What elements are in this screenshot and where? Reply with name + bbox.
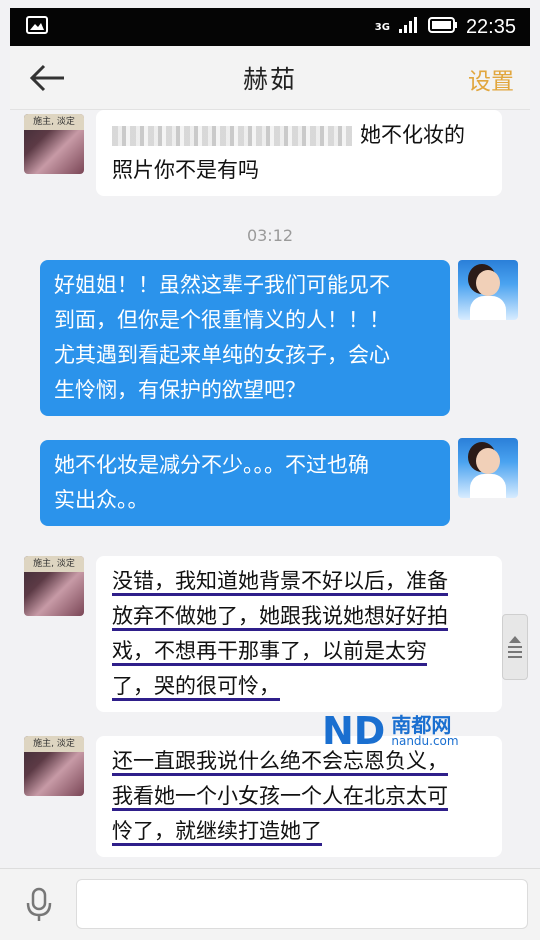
avatar-caption: 施主, 淡定 xyxy=(24,114,84,130)
message-bubble[interactable]: 没错，我知道她背景不好以后，准备 放弃不做她了，她跟我说她想好好拍 戏，不想再干… xyxy=(96,556,502,712)
message-line: 到面，但你是个很重情义的人！！！ xyxy=(54,308,390,332)
underlined-text: 放弃不做她了，她跟我说她想好好拍 xyxy=(112,604,448,631)
microphone-icon xyxy=(26,887,52,921)
watermark: ND 南都网 nandu.com xyxy=(322,706,482,756)
message-line: 她不化妆是减分不少。。。不过也确 xyxy=(54,453,369,477)
message-line: 了，哭的很可怜， xyxy=(112,669,488,704)
scroll-handle[interactable] xyxy=(502,614,528,680)
underlined-text: 我看她一个小女孩一个人在北京太可 xyxy=(112,784,448,811)
signal-icon xyxy=(398,16,420,38)
voice-button[interactable] xyxy=(24,887,54,923)
avatar[interactable]: 施主, 淡定 xyxy=(24,736,84,796)
message-line: 没错，我知道她背景不好以后，准备 xyxy=(112,564,488,599)
message-text: 她不化妆的 xyxy=(360,123,465,147)
avatar-caption: 施主, 淡定 xyxy=(24,556,84,572)
image-icon xyxy=(26,16,48,38)
message-line: 我看她一个小女孩一个人在北京太可 xyxy=(112,779,488,814)
underlined-text: 了，哭的很可怜， xyxy=(112,674,280,701)
message-line: 实出众。。 xyxy=(54,488,149,512)
chat-header: 赫茹 设置 xyxy=(10,46,530,110)
avatar[interactable]: 施主, 淡定 xyxy=(24,114,84,174)
message-line: 照片你不是有吗 xyxy=(112,158,259,182)
clock-time: 22:35 xyxy=(465,15,516,38)
watermark-logo: ND xyxy=(322,709,386,753)
timestamp: 03:12 xyxy=(246,226,294,245)
battery-icon xyxy=(427,16,458,38)
redacted-text xyxy=(112,126,352,146)
underlined-text: 戏，不想再干那事了，以前是太穷 xyxy=(112,639,427,666)
watermark-url: nandu.com xyxy=(391,734,459,748)
watermark-name: 南都网 xyxy=(391,713,452,737)
message-line: 生怜悯，有保护的欲望吧？ xyxy=(54,378,306,402)
message-input[interactable] xyxy=(76,879,528,929)
avatar[interactable]: 施主, 淡定 xyxy=(24,556,84,616)
scroll-up-icon xyxy=(509,636,521,643)
message-line: 戏，不想再干那事了，以前是太穷 xyxy=(112,634,488,669)
message-bubble[interactable]: 她不化妆是减分不少。。。不过也确 实出众。。 xyxy=(40,440,450,526)
settings-button[interactable]: 设置 xyxy=(468,62,514,96)
message-line: 好姐姐！！虽然这辈子我们可能见不 xyxy=(54,273,390,297)
underlined-text: 怜了，就继续打造她了 xyxy=(112,819,322,846)
status-bar: 3G 22:35 xyxy=(10,8,530,46)
back-button[interactable] xyxy=(28,60,68,96)
input-bar xyxy=(0,868,540,940)
chat-area[interactable]: 施主, 淡定 她不化妆的 照片你不是有吗 03:12 好姐姐！！虽然这辈子我们可… xyxy=(10,110,530,868)
underlined-text: 没错，我知道她背景不好以后，准备 xyxy=(112,569,448,596)
message-line: 放弃不做她了，她跟我说她想好好拍 xyxy=(112,599,488,634)
message-bubble[interactable]: 好姐姐！！虽然这辈子我们可能见不 到面，但你是个很重情义的人！！！ 尤其遇到看起… xyxy=(40,260,450,416)
avatar[interactable] xyxy=(458,260,518,320)
avatar[interactable] xyxy=(458,438,518,498)
message-line: 怜了，就继续打造她了 xyxy=(112,814,488,849)
back-arrow-icon xyxy=(29,64,64,92)
message-line: 尤其遇到看起来单纯的女孩子，会心 xyxy=(54,343,390,367)
avatar-caption: 施主, 淡定 xyxy=(24,736,84,752)
message-line: 她不化妆的 xyxy=(112,118,488,153)
network-type: 3G xyxy=(374,21,390,33)
message-bubble[interactable]: 她不化妆的 照片你不是有吗 xyxy=(96,110,502,196)
chat-title: 赫茹 xyxy=(242,64,297,94)
